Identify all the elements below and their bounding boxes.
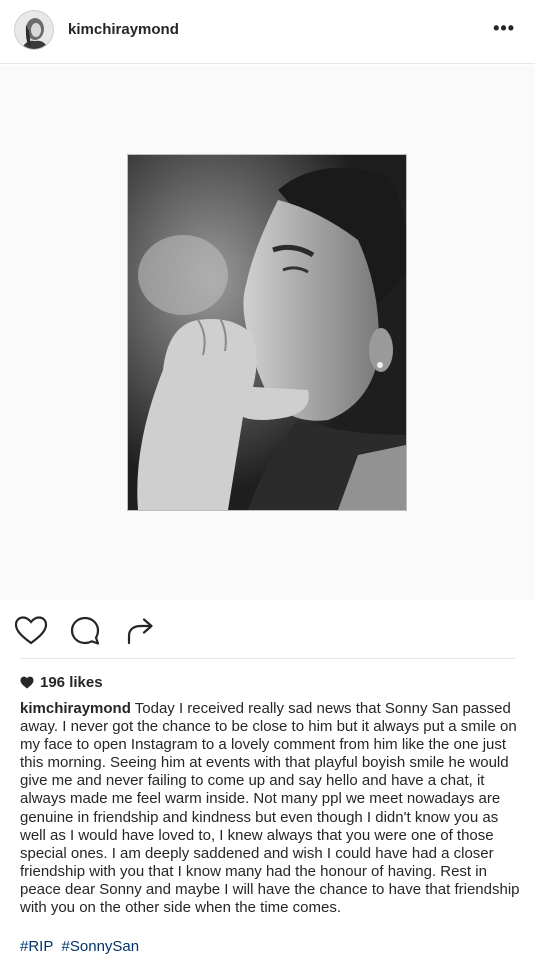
hashtag-sonnysan[interactable]: #SonnySan — [62, 938, 140, 955]
profile-avatar[interactable] — [14, 10, 54, 50]
divider — [20, 658, 515, 659]
likes-count: 196 likes — [40, 674, 103, 691]
more-options-icon[interactable]: ••• — [493, 18, 515, 39]
post-photo[interactable] — [128, 155, 406, 510]
like-heart-icon[interactable] — [14, 614, 48, 648]
share-arrow-icon[interactable] — [124, 614, 158, 648]
header-username[interactable]: kimchiraymond — [68, 21, 179, 38]
comment-icon[interactable] — [68, 614, 102, 648]
hashtags: #RIP #SonnySan — [20, 938, 143, 956]
post-media — [0, 65, 535, 600]
post-caption: kimchiraymond Today I received really sa… — [20, 700, 520, 917]
caption-text: Today I received really sad news that So… — [20, 700, 520, 917]
post-actions — [0, 604, 535, 656]
hashtag-rip[interactable]: #RIP — [20, 938, 53, 955]
likes-heart-icon — [20, 676, 34, 689]
likes-row[interactable]: 196 likes — [20, 674, 103, 691]
caption-username[interactable]: kimchiraymond — [20, 700, 131, 717]
post-header: kimchiraymond ••• — [0, 0, 535, 64]
